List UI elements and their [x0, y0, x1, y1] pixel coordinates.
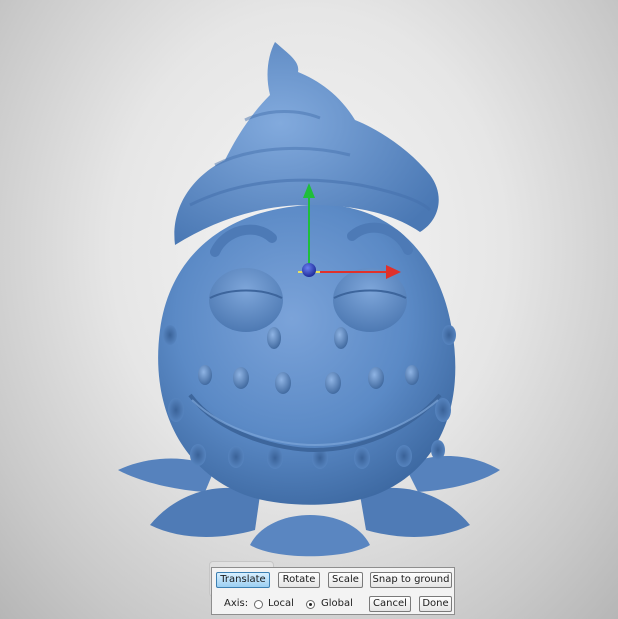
snap-to-ground-button[interactable]: Snap to ground — [370, 572, 452, 588]
gizmo-center-icon[interactable] — [302, 263, 316, 277]
3d-viewport[interactable] — [0, 0, 618, 619]
strawberry-model[interactable] — [0, 0, 618, 619]
scale-button[interactable]: Scale — [328, 572, 363, 588]
local-label[interactable]: Local — [268, 598, 294, 609]
rotate-button[interactable]: Rotate — [278, 572, 320, 588]
done-button[interactable]: Done — [419, 596, 452, 612]
axis-label: Axis: — [224, 598, 249, 609]
translate-button[interactable]: Translate — [216, 572, 270, 588]
cancel-button[interactable]: Cancel — [369, 596, 411, 612]
global-label[interactable]: Global — [321, 598, 353, 609]
global-radio[interactable] — [306, 600, 315, 609]
transform-toolbar: Translate Rotate Scale Snap to ground Ax… — [211, 567, 455, 615]
local-radio[interactable] — [254, 600, 263, 609]
